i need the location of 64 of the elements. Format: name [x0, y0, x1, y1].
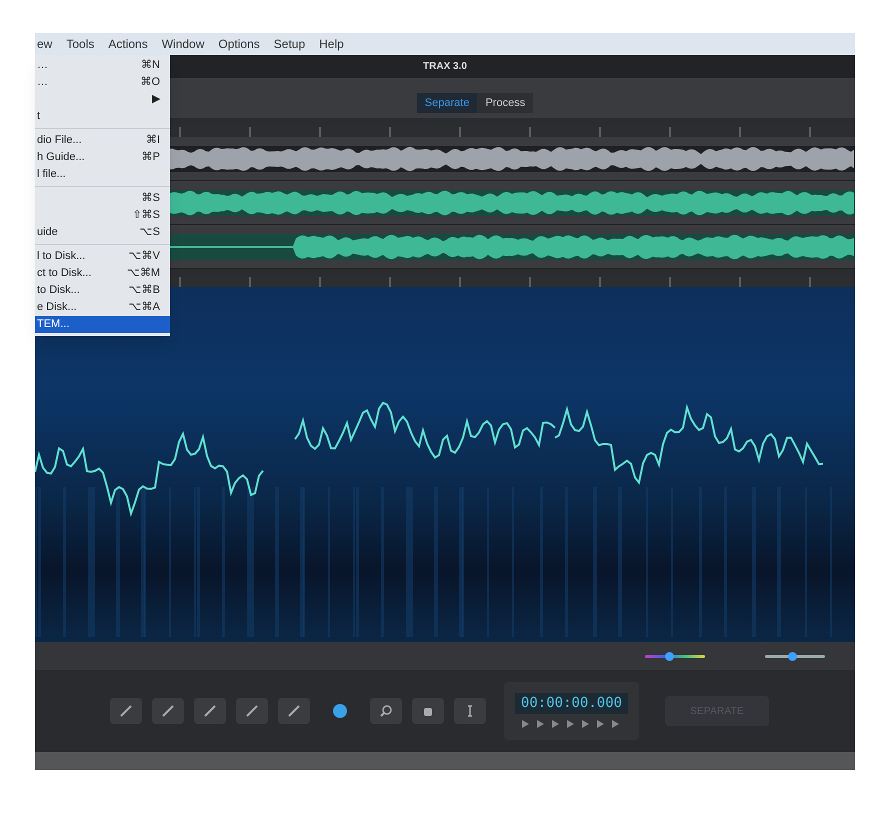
menu-entry[interactable]: t: [35, 108, 170, 125]
shortcut-label: ⌥⌘B: [128, 283, 160, 298]
menu-item[interactable]: Setup: [274, 35, 306, 53]
menu-entry-label: TEM...: [37, 317, 70, 332]
menu-entry-label: h Guide...: [37, 150, 85, 166]
menu-entry[interactable]: to Disk... ⌥⌘B: [35, 282, 170, 299]
shortcut-label: ⌘O: [140, 75, 160, 90]
menu-entry-label: t: [37, 109, 40, 124]
tab[interactable]: Process: [477, 93, 534, 113]
menu-entry-label: ct to Disk...: [37, 266, 92, 282]
menu-entry-label: l to Disk...: [37, 249, 86, 264]
slider-track[interactable]: [645, 654, 705, 658]
window-title: TRAX 3.0: [423, 60, 467, 74]
menu-entry-label: …: [37, 75, 48, 90]
menu-entry-label: e Disk...: [37, 300, 77, 316]
slider-track[interactable]: [765, 654, 825, 658]
menu-entry[interactable]: l file...: [35, 166, 170, 183]
shortcut-label: ⌘N: [141, 58, 160, 74]
tool-button[interactable]: [278, 698, 310, 724]
tool-button[interactable]: [110, 698, 142, 724]
menu-entry[interactable]: l to Disk... ⌥⌘V: [35, 248, 170, 265]
menu-entry[interactable]: ct to Disk... ⌥⌘M: [35, 265, 170, 282]
shortcut-label: ⌘P: [142, 150, 160, 166]
menu-entry[interactable]: ▶: [35, 91, 170, 108]
tab[interactable]: Separate: [416, 93, 478, 113]
tool-button[interactable]: [152, 698, 184, 724]
menu-entry-label: l file...: [37, 167, 66, 182]
menu-entry[interactable]: e Disk... ⌥⌘A: [35, 299, 170, 316]
navigation-pad-icon[interactable]: [333, 704, 347, 718]
menu-entry[interactable]: … ⌘O: [35, 74, 170, 91]
timecode-display: 00:00:00.000: [514, 692, 628, 714]
zoom-button[interactable]: [370, 698, 402, 724]
menu-entry-label: uide: [37, 225, 58, 240]
tool-button[interactable]: [194, 698, 226, 724]
shortcut-label: ⌥⌘M: [126, 266, 160, 282]
menu-item[interactable]: Actions: [108, 35, 148, 53]
menu-item[interactable]: ew: [37, 35, 52, 53]
menu-item[interactable]: Help: [319, 35, 344, 53]
menu-entry-label: to Disk...: [37, 283, 80, 298]
tool-button[interactable]: [236, 698, 268, 724]
cursor-tool-button[interactable]: [454, 698, 486, 724]
slider-thumb[interactable]: [788, 652, 797, 660]
menu-entry-label: dio File...: [37, 133, 82, 148]
menu-entry[interactable]: h Guide... ⌘P: [35, 149, 170, 166]
menu-item[interactable]: Options: [218, 35, 260, 53]
shortcut-label: ⌥S: [140, 225, 160, 240]
menu-item[interactable]: Tools: [66, 35, 94, 53]
slider-thumb[interactable]: [665, 652, 674, 660]
hand-tool-button[interactable]: [412, 698, 444, 724]
shortcut-label: ⇧⌘S: [132, 208, 160, 224]
menu-entry[interactable]: ⇧⌘S: [35, 207, 170, 224]
menu-entry[interactable]: uide ⌥S: [35, 224, 170, 241]
shortcut-label: ⌥⌘V: [128, 249, 160, 264]
shortcut-label: ⌥⌘A: [128, 300, 160, 316]
shortcut-label: ⌘S: [142, 191, 160, 206]
magnifier-icon: [379, 704, 393, 718]
shortcut-label: ▶: [152, 92, 160, 108]
menu-entry[interactable]: TEM...: [35, 316, 170, 333]
menu-item[interactable]: Window: [162, 35, 204, 53]
menu-entry[interactable]: … ⌘N: [35, 57, 170, 74]
menu-entry-label: …: [37, 58, 48, 74]
menu-entry[interactable]: dio File... ⌘I: [35, 132, 170, 149]
menu-entry[interactable]: ⌘S: [35, 190, 170, 207]
shortcut-label: ⌘I: [146, 133, 160, 148]
